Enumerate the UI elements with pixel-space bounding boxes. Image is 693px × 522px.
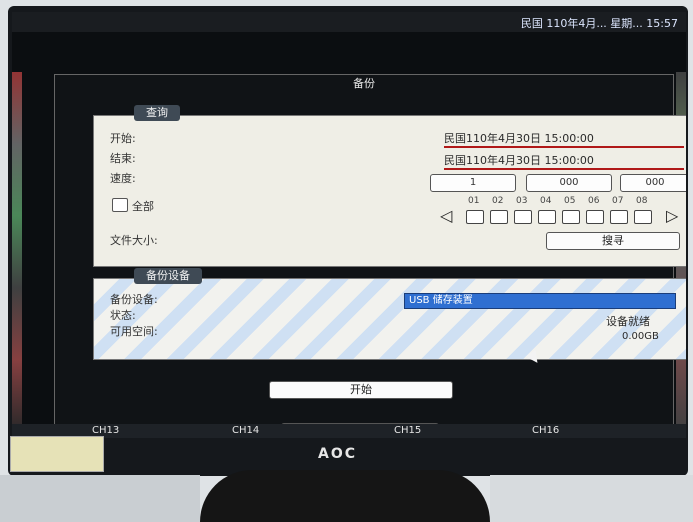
channel-checkbox[interactable]	[562, 210, 580, 224]
channel-label: CH16	[532, 425, 560, 436]
speed-spinner-2[interactable]: 000	[526, 174, 612, 192]
camera-thumbnails-left	[12, 72, 22, 432]
end-time-value[interactable]: 民国110年4月30日 15:00:00	[444, 152, 684, 170]
channel-number: 01	[468, 196, 480, 206]
search-button[interactable]: 搜寻	[546, 232, 680, 250]
channel-checkbox[interactable]	[538, 210, 556, 224]
channel-number: 08	[636, 196, 648, 206]
all-label: 全部	[132, 200, 154, 213]
desk-left	[0, 475, 200, 522]
prev-channels-icon[interactable]: ◁	[440, 208, 452, 224]
desk-right	[490, 475, 693, 522]
channel-checkbox[interactable]	[610, 210, 628, 224]
monitor-brand-logo: AOC	[318, 446, 358, 462]
speed-spinner-1[interactable]: 1	[430, 174, 516, 192]
channel-label: CH14	[232, 425, 260, 436]
end-time-label: 结束:	[110, 152, 136, 165]
start-button[interactable]: 开始	[269, 381, 453, 399]
status-datetime: 民国 110年4月... 星期... 15:57	[520, 17, 678, 30]
speed-label: 速度:	[110, 172, 136, 185]
channel-number: 03	[516, 196, 528, 206]
time-range-panel: 查询 开始: 结束: 速度: 民国110年4月30日 15:00:00 民国11…	[93, 105, 686, 267]
speed-spinner-3[interactable]: 000	[620, 174, 686, 192]
channel-number: 02	[492, 196, 504, 206]
backup-dialog: 备份 查询 开始: 结束: 速度: 民国110年4月30日 15:00:00 民…	[54, 74, 686, 438]
device-select[interactable]: USB 储存装置	[404, 293, 676, 309]
device-label: 备份设备:	[110, 293, 158, 306]
channel-checkbox[interactable]	[490, 210, 508, 224]
all-checkbox[interactable]	[112, 198, 128, 212]
channel-checkbox[interactable]	[466, 210, 484, 224]
status-label: 状态:	[110, 309, 136, 322]
dvr-screen: 民国 110年4月... 星期... 15:57 备份 查询 开始: 结束: 速…	[12, 12, 686, 438]
sticker	[10, 436, 104, 472]
channel-number: 06	[588, 196, 600, 206]
channel-label: CH13	[92, 425, 120, 436]
status-bar: 民国 110年4月... 星期... 15:57	[12, 12, 686, 32]
file-size-label: 文件大小:	[110, 234, 158, 247]
status-value: 设备就绪	[606, 315, 650, 328]
channel-number: 07	[612, 196, 624, 206]
channel-checkbox[interactable]	[514, 210, 532, 224]
start-time-label: 开始:	[110, 132, 136, 145]
free-space-value: 0.00GB	[622, 331, 659, 342]
device-panel-tab: 备份设备	[134, 268, 202, 284]
time-panel-tab: 查询	[134, 105, 180, 121]
start-time-value[interactable]: 民国110年4月30日 15:00:00	[444, 130, 684, 148]
channel-number: 05	[564, 196, 576, 206]
channel-label: CH15	[394, 425, 422, 436]
channel-checkbox[interactable]	[586, 210, 604, 224]
channel-checkbox[interactable]	[634, 210, 652, 224]
next-channels-icon[interactable]: ▷	[666, 208, 678, 224]
backup-device-panel: 备份设备 备份设备: 状态: 可用空间: USB 储存装置 设备就绪 0.00G…	[93, 268, 686, 360]
camera-strip: CH13 CH14 CH15 CH16	[12, 424, 686, 438]
dialog-title: 备份	[353, 77, 375, 90]
channel-number: 04	[540, 196, 552, 206]
monitor-stand	[200, 470, 490, 522]
free-space-label: 可用空间:	[110, 325, 158, 338]
